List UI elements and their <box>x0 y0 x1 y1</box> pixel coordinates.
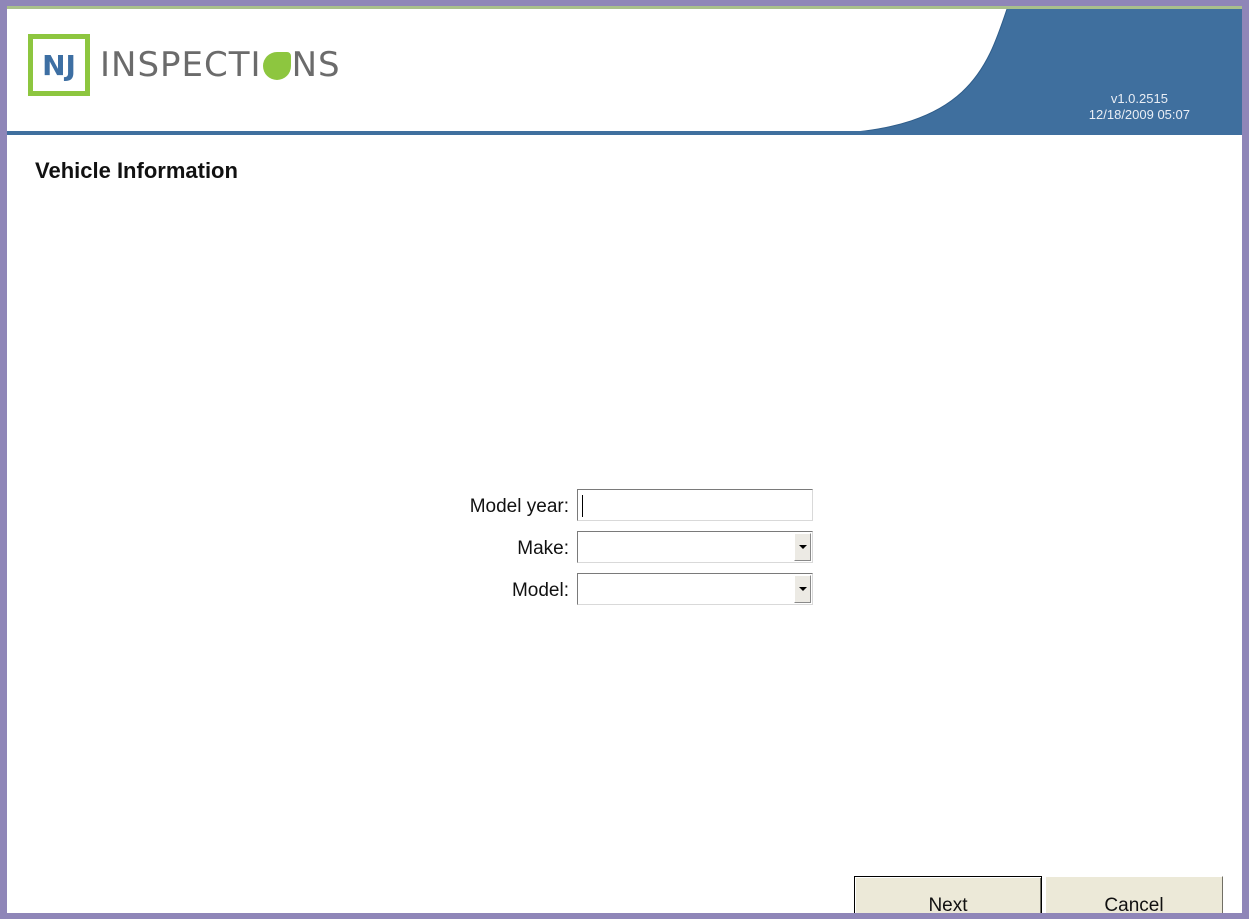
text-caret <box>582 495 583 517</box>
make-label: Make: <box>517 538 569 559</box>
app-logo: NJ INSPECTI NS <box>28 31 341 99</box>
app-header: NJ INSPECTI NS v1.0.2515 12/18/2009 05:0… <box>7 6 1242 135</box>
leaf-icon <box>262 52 291 80</box>
logo-wordmark: INSPECTI NS <box>100 45 341 85</box>
version-info: v1.0.2515 12/18/2009 05:07 <box>1089 91 1190 123</box>
logo-nj-box: NJ <box>28 34 90 96</box>
logo-wordmark-suffix: NS <box>291 45 341 85</box>
model-year-row: Model year: <box>407 482 827 524</box>
model-select[interactable] <box>577 573 813 605</box>
model-label: Model: <box>511 580 569 601</box>
client-area: NJ INSPECTI NS v1.0.2515 12/18/2009 05:0… <box>7 6 1242 913</box>
model-dropdown-button[interactable] <box>794 575 811 603</box>
logo-wordmark-prefix: INSPECTI <box>100 45 262 85</box>
model-row: Model: <box>407 566 827 608</box>
chevron-down-icon <box>798 587 807 591</box>
cancel-button[interactable]: Cancel <box>1045 876 1223 913</box>
vehicle-form: Model year: Make: Model: <box>407 482 827 608</box>
page-title: Vehicle Information <box>35 158 238 183</box>
header-divider <box>7 131 1242 135</box>
next-button[interactable]: Next <box>854 876 1042 913</box>
version-number: v1.0.2515 <box>1110 91 1168 106</box>
version-datetime: 12/18/2009 05:07 <box>1088 107 1190 122</box>
make-dropdown-button[interactable] <box>794 533 811 561</box>
model-year-input[interactable] <box>577 489 813 521</box>
make-select[interactable] <box>577 531 813 563</box>
logo-nj-text: NJ <box>42 48 76 82</box>
chevron-down-icon <box>798 545 807 549</box>
make-row: Make: <box>407 524 827 566</box>
app-window: NJ INSPECTI NS v1.0.2515 12/18/2009 05:0… <box>0 0 1249 919</box>
model-year-label: Model year: <box>469 496 569 517</box>
